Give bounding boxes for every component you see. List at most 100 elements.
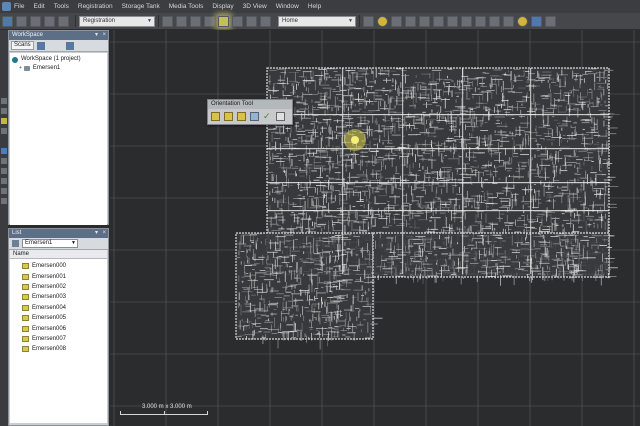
orientation-tool-title[interactable]: Orientation Tool — [208, 100, 292, 109]
pin-icon[interactable]: ▾ — [95, 229, 98, 238]
close-icon[interactable]: × — [102, 229, 106, 238]
scan-list-item[interactable]: Emersen006 — [10, 323, 107, 333]
color-mode-icon[interactable] — [377, 15, 388, 27]
view-select-value: Home — [282, 17, 299, 24]
add-scan-icon[interactable] — [36, 41, 45, 50]
top-view-icon[interactable] — [419, 15, 430, 27]
refresh-icon[interactable] — [65, 41, 74, 50]
lock-icon[interactable] — [517, 15, 528, 27]
menu-registration[interactable]: Registration — [78, 3, 113, 10]
list-view-icon[interactable] — [12, 240, 19, 247]
scan-list-item[interactable]: Emersen002 — [10, 282, 107, 292]
tag-icon[interactable] — [1, 158, 7, 164]
scan-list: Emersen000 Emersen001 Emersen002 Emersen003… — [10, 259, 107, 423]
tree-root[interactable]: WorkSpace (1 project) — [12, 55, 105, 64]
main-toolbar: Registration ▼ Home ▼ — [0, 13, 640, 30]
project-select[interactable]: Emersen1 ▼ — [22, 239, 78, 248]
tab-scans[interactable]: Scans — [11, 41, 34, 50]
scan-list-item[interactable]: Emersen005 — [10, 313, 107, 323]
measure-icon[interactable] — [503, 15, 514, 27]
menu-display[interactable]: Display — [212, 3, 233, 10]
front-view-icon[interactable] — [433, 15, 444, 27]
scan-folder-icon — [22, 346, 29, 353]
reset-scan-icon[interactable] — [237, 112, 246, 121]
export-icon[interactable] — [531, 15, 542, 27]
settings-icon[interactable] — [545, 15, 556, 27]
eye-icon[interactable] — [405, 15, 416, 27]
scan-list-item[interactable]: Emersen008 — [10, 344, 107, 354]
visual-register-icon[interactable] — [246, 15, 257, 27]
expand-icon[interactable]: + — [19, 64, 22, 73]
scan-list-item-label: Emersen000 — [32, 263, 67, 270]
register-icon[interactable] — [162, 15, 173, 27]
mode-select-value: Registration — [83, 17, 116, 24]
scale-bar-tick — [164, 411, 165, 415]
menu-window[interactable]: Window — [276, 3, 299, 10]
scan-folder-icon — [22, 294, 29, 301]
grid-icon[interactable] — [1, 198, 7, 204]
scan-list-item[interactable]: Emersen001 — [10, 271, 107, 281]
menu-3d-view[interactable]: 3D View — [243, 3, 267, 10]
auto-register-icon[interactable] — [176, 15, 187, 27]
menu-storage-tank[interactable]: Storage Tank — [122, 3, 160, 10]
3d-viewport[interactable]: Orientation Tool ✓ 3.000 m x 3.000 m — [110, 30, 640, 426]
menu-edit[interactable]: Edit — [33, 3, 44, 10]
rotate-scan-icon[interactable] — [211, 112, 220, 121]
orientation-tool-window: Orientation Tool ✓ — [207, 99, 293, 125]
select-icon[interactable] — [1, 98, 7, 104]
info-icon[interactable] — [1, 148, 7, 154]
menu-media-tools[interactable]: Media Tools — [169, 3, 204, 10]
rotate-icon[interactable] — [461, 15, 472, 27]
workspace-tree: WorkSpace (1 project) + Emersen1 — [10, 53, 107, 225]
menu-bar: File Edit Tools Registration Storage Tan… — [0, 0, 640, 13]
redo-icon[interactable] — [58, 15, 69, 27]
search-icon[interactable] — [1, 188, 7, 194]
orientation-tool-icon[interactable] — [218, 15, 229, 27]
side-view-icon[interactable] — [447, 15, 458, 27]
scan-folder-icon — [22, 315, 29, 322]
display-mode-icon[interactable] — [363, 15, 374, 27]
workspace-title: WorkSpace — [12, 32, 43, 38]
scan-list-item[interactable]: Emersen004 — [10, 303, 107, 313]
scan-list-item[interactable]: Emersen003 — [10, 292, 107, 302]
menu-file[interactable]: File — [14, 3, 24, 10]
cloud-to-cloud-icon[interactable] — [232, 15, 243, 27]
exit-icon[interactable] — [276, 112, 285, 121]
pan-icon[interactable] — [475, 15, 486, 27]
save-icon[interactable] — [30, 15, 41, 27]
scan-folder-icon — [22, 283, 29, 290]
mode-select[interactable]: Registration ▼ — [79, 15, 155, 27]
move-icon[interactable] — [250, 112, 259, 121]
scan-list-item-label: Emersen001 — [32, 273, 67, 280]
scan-folder-icon — [22, 335, 29, 342]
clip-icon[interactable] — [1, 128, 7, 134]
scan-list-item[interactable]: Emersen007 — [10, 334, 107, 344]
scale-bar-tick — [207, 411, 208, 415]
menu-help[interactable]: Help — [308, 3, 321, 10]
zoom-icon[interactable] — [489, 15, 500, 27]
open-icon[interactable] — [16, 15, 27, 27]
undo-icon[interactable] — [44, 15, 55, 27]
point-cloud-icon — [23, 66, 30, 71]
fence-icon[interactable] — [1, 108, 7, 114]
filter-icon[interactable] — [1, 178, 7, 184]
highlight-icon[interactable] — [1, 118, 7, 124]
close-icon[interactable]: × — [102, 31, 106, 40]
menu-tools[interactable]: Tools — [54, 3, 69, 10]
target-icon[interactable] — [190, 15, 201, 27]
checkmark-icon[interactable]: ✓ — [263, 112, 272, 121]
layer-icon[interactable] — [1, 168, 7, 174]
scan-folder-icon — [22, 325, 29, 332]
translate-scan-icon[interactable] — [224, 112, 233, 121]
new-project-icon[interactable] — [2, 15, 13, 27]
plane-icon[interactable] — [204, 15, 215, 27]
point-size-icon[interactable] — [391, 15, 402, 27]
tree-root-label: WorkSpace (1 project) — [21, 56, 81, 62]
view-select[interactable]: Home ▼ — [278, 15, 356, 27]
scan-list-item[interactable]: Emersen000 — [10, 261, 107, 271]
pin-icon[interactable]: ▾ — [95, 31, 98, 40]
selected-scan-center — [351, 136, 359, 144]
list-column-header[interactable]: Name — [10, 250, 107, 259]
tree-project[interactable]: + Emersen1 — [12, 64, 105, 73]
optimize-icon[interactable] — [260, 15, 271, 27]
